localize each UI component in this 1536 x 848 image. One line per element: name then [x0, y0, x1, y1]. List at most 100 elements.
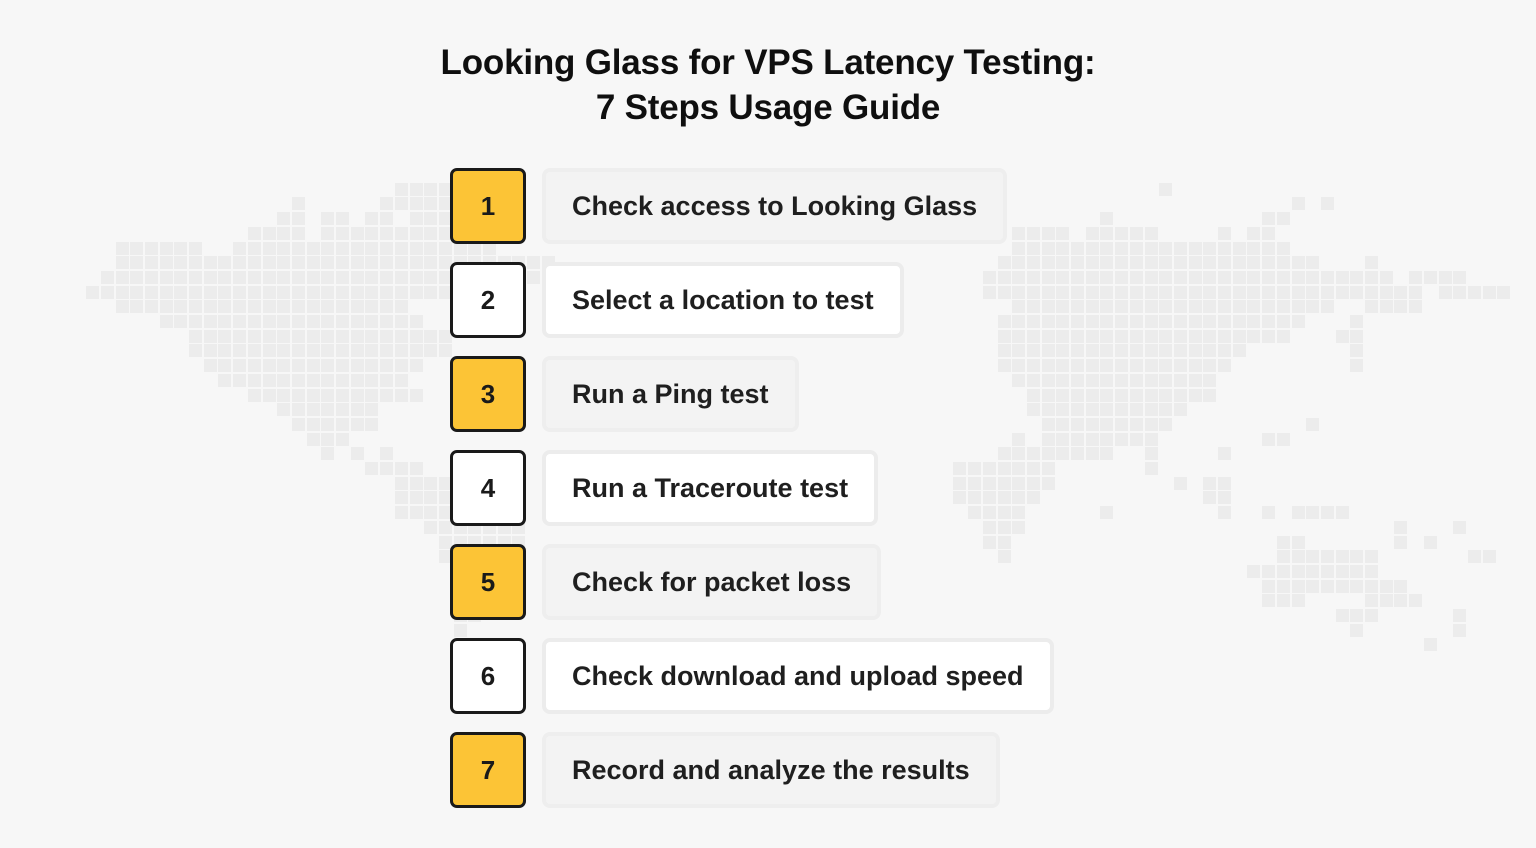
map-cell: [130, 242, 143, 255]
map-cell: [351, 374, 364, 387]
map-cell: [365, 242, 378, 255]
map-cell: [292, 330, 305, 343]
map-cell: [1115, 403, 1128, 416]
map-cell: [1174, 330, 1187, 343]
map-cell: [1159, 256, 1172, 269]
map-cell: [1071, 418, 1084, 431]
map-cell: [1189, 242, 1202, 255]
map-cell: [1247, 256, 1260, 269]
map-cell: [365, 374, 378, 387]
map-cell: [218, 374, 231, 387]
map-cell: [1071, 256, 1084, 269]
map-cell: [1218, 359, 1231, 372]
map-cell: [1203, 300, 1216, 313]
map-cell: [1027, 242, 1040, 255]
map-cell: [1321, 300, 1334, 313]
map-cell: [1365, 594, 1378, 607]
map-cell: [307, 242, 320, 255]
map-cell: [1042, 433, 1055, 446]
map-cell: [336, 330, 349, 343]
map-cell: [292, 242, 305, 255]
map-cell: [321, 433, 334, 446]
step-number-badge: 6: [450, 638, 526, 714]
map-cell: [1292, 315, 1305, 328]
map-cell: [1174, 300, 1187, 313]
map-cell: [1027, 403, 1040, 416]
map-cell: [233, 315, 246, 328]
map-cell: [336, 389, 349, 402]
map-cell: [998, 491, 1011, 504]
map-cell: [424, 212, 437, 225]
map-cell: [189, 300, 202, 313]
map-cell: [1336, 565, 1349, 578]
map-cell: [248, 286, 261, 299]
map-cell: [968, 506, 981, 519]
map-cell: [395, 506, 408, 519]
map-cell: [1306, 565, 1319, 578]
map-cell: [1292, 594, 1305, 607]
map-cell: [1042, 344, 1055, 357]
map-cell: [380, 389, 393, 402]
map-cell: [1247, 271, 1260, 284]
map-cell: [189, 242, 202, 255]
map-cell: [145, 242, 158, 255]
map-cell: [1409, 286, 1422, 299]
map-cell: [998, 344, 1011, 357]
map-cell: [424, 521, 437, 534]
map-cell: [145, 286, 158, 299]
map-cell: [1365, 609, 1378, 622]
map-cell: [1042, 315, 1055, 328]
map-cell: [174, 300, 187, 313]
map-cell: [1042, 462, 1055, 475]
map-cell: [1012, 374, 1025, 387]
map-cell: [1145, 315, 1158, 328]
map-cell: [380, 300, 393, 313]
map-cell: [1130, 374, 1143, 387]
map-cell: [1042, 389, 1055, 402]
map-cell: [1056, 359, 1069, 372]
map-cell: [263, 256, 276, 269]
map-cell: [1071, 433, 1084, 446]
map-cell: [1189, 389, 1202, 402]
map-cell: [1306, 286, 1319, 299]
map-cell: [174, 315, 187, 328]
map-cell: [410, 389, 423, 402]
map-cell: [292, 227, 305, 240]
map-cell: [1130, 256, 1143, 269]
map-cell: [1277, 330, 1290, 343]
map-cell: [233, 330, 246, 343]
map-cell: [983, 521, 996, 534]
map-cell: [336, 256, 349, 269]
map-cell: [1042, 330, 1055, 343]
map-cell: [1130, 242, 1143, 255]
map-cell: [307, 300, 320, 313]
map-cell: [1086, 256, 1099, 269]
map-cell: [395, 227, 408, 240]
map-cell: [1306, 418, 1319, 431]
map-cell: [204, 330, 217, 343]
map-cell: [292, 403, 305, 416]
map-cell: [410, 242, 423, 255]
map-cell: [1145, 330, 1158, 343]
map-cell: [1115, 344, 1128, 357]
map-cell: [1189, 330, 1202, 343]
map-cell: [248, 359, 261, 372]
map-cell: [1218, 344, 1231, 357]
map-cell: [160, 286, 173, 299]
map-cell: [336, 433, 349, 446]
map-cell: [380, 256, 393, 269]
map-cell: [1056, 256, 1069, 269]
map-cell: [321, 389, 334, 402]
map-cell: [1350, 271, 1363, 284]
map-cell: [248, 344, 261, 357]
map-cell: [1292, 286, 1305, 299]
map-cell: [1071, 300, 1084, 313]
map-cell: [130, 286, 143, 299]
map-cell: [395, 374, 408, 387]
map-cell: [116, 300, 129, 313]
map-cell: [1409, 300, 1422, 313]
map-cell: [1071, 330, 1084, 343]
map-cell: [174, 242, 187, 255]
map-cell: [1159, 271, 1172, 284]
map-cell: [1189, 271, 1202, 284]
